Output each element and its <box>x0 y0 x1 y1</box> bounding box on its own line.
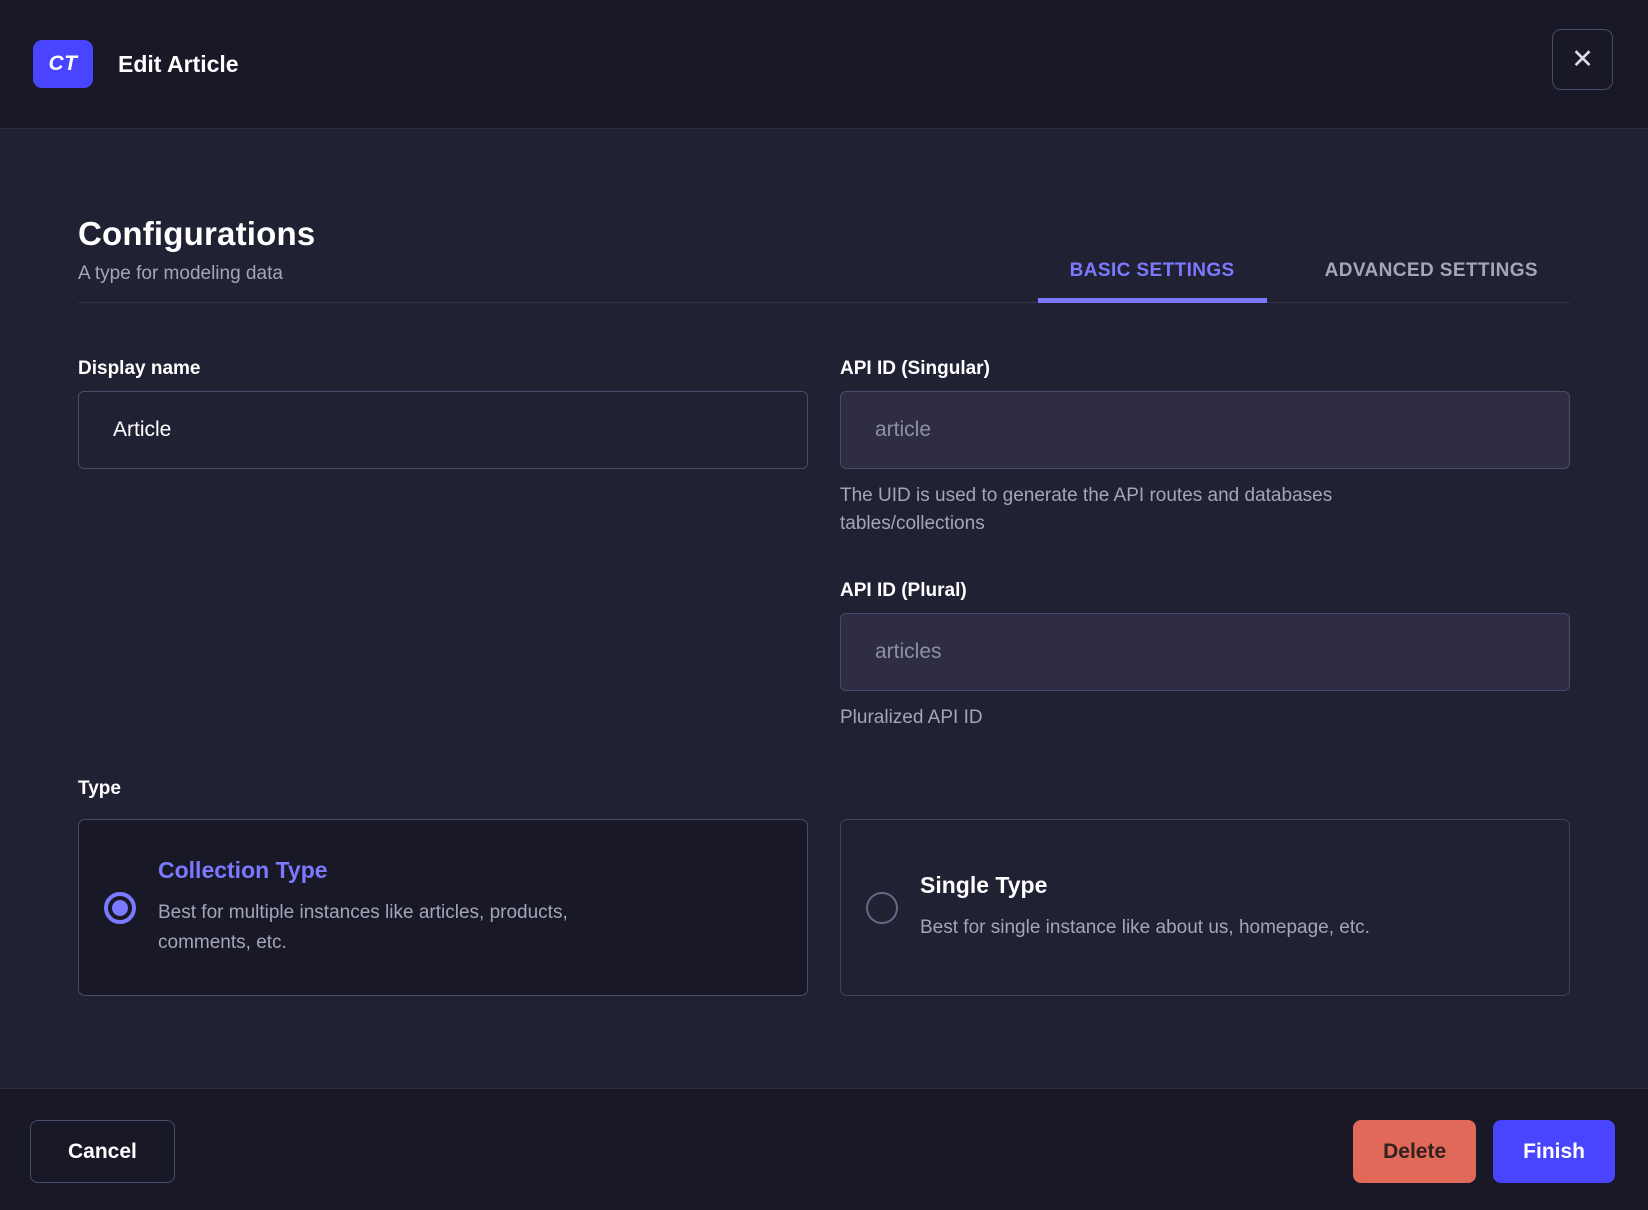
delete-button[interactable]: Delete <box>1353 1120 1477 1183</box>
radio-selected-icon[interactable] <box>104 891 136 924</box>
type-options: Collection Type Best for multiple instan… <box>78 819 1570 996</box>
close-button[interactable]: ✕ <box>1552 29 1613 90</box>
left-column: Display name <box>78 358 808 732</box>
type-section: Type Collection Type Best for multiple i… <box>78 778 1570 996</box>
api-id-plural-input[interactable] <box>840 613 1570 691</box>
heading-block: Configurations A type for modeling data <box>78 215 315 302</box>
content-type-badge: CT <box>33 40 93 88</box>
display-name-field: Display name <box>78 358 808 469</box>
content-type-badge-label: CT <box>48 52 78 75</box>
api-id-plural-help: Pluralized API ID <box>840 707 983 728</box>
api-id-singular-field: API ID (Singular) The UID is used to gen… <box>840 358 1570 538</box>
modal-header: CT Edit Article ✕ <box>0 0 1648 129</box>
single-type-option[interactable]: Single Type Best for single instance lik… <box>840 819 1570 996</box>
heading-row: Configurations A type for modeling data … <box>78 215 1570 303</box>
configuration-form: Display name API ID (Singular) The UID i… <box>78 358 1570 732</box>
single-type-description: Best for single instance like about us, … <box>920 917 1370 938</box>
api-id-plural-field: API ID (Plural) Pluralized API ID <box>840 580 1570 732</box>
modal-title: Edit Article <box>118 50 239 77</box>
display-name-input[interactable] <box>78 391 808 469</box>
collection-type-title: Collection Type <box>158 857 328 883</box>
api-id-singular-input[interactable] <box>840 391 1570 469</box>
api-id-singular-help: The UID is used to generate the API rout… <box>840 485 1333 534</box>
finish-button[interactable]: Finish <box>1493 1120 1615 1183</box>
cancel-button[interactable]: Cancel <box>30 1120 175 1183</box>
single-type-text: Single Type Best for single instance lik… <box>920 872 1370 943</box>
page-subtitle: A type for modeling data <box>78 263 283 284</box>
tab-advanced-settings[interactable]: ADVANCED SETTINGS <box>1293 260 1570 302</box>
single-type-title: Single Type <box>920 872 1048 898</box>
api-id-singular-label: API ID (Singular) <box>840 358 990 379</box>
api-id-plural-label: API ID (Plural) <box>840 580 967 601</box>
display-name-label: Display name <box>78 358 201 379</box>
radio-unselected-icon[interactable] <box>866 891 898 924</box>
close-icon: ✕ <box>1571 44 1594 74</box>
modal-footer: Cancel Delete Finish <box>0 1088 1648 1210</box>
footer-actions: Delete Finish <box>1353 1120 1615 1183</box>
settings-tabs: BASIC SETTINGS ADVANCED SETTINGS <box>1037 260 1570 303</box>
tab-basic-settings[interactable]: BASIC SETTINGS <box>1037 260 1267 303</box>
modal-body: Configurations A type for modeling data … <box>0 129 1648 1088</box>
collection-type-text: Collection Type Best for multiple instan… <box>158 857 624 958</box>
collection-type-description: Best for multiple instances like article… <box>158 902 568 953</box>
type-label: Type <box>78 778 121 799</box>
collection-type-option[interactable]: Collection Type Best for multiple instan… <box>78 819 808 996</box>
page-title: Configurations <box>78 215 316 252</box>
right-column: API ID (Singular) The UID is used to gen… <box>840 358 1570 732</box>
